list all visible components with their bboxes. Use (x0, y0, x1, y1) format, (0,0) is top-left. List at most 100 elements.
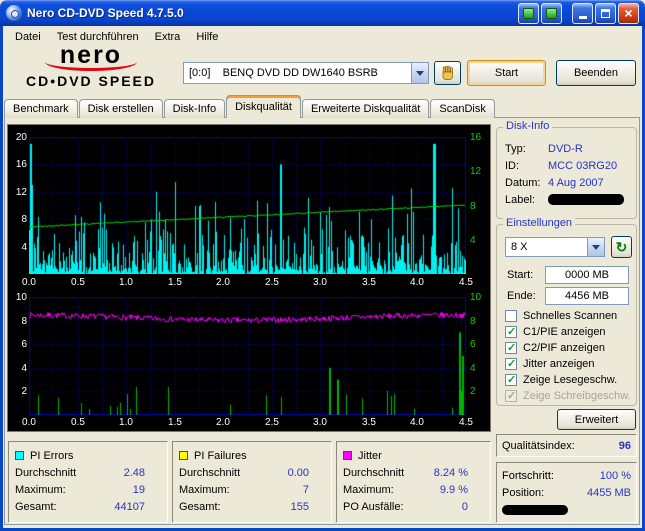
pi-errors-plot (29, 137, 466, 274)
stat-row: Gesamt: 44107 (15, 498, 161, 515)
stat-label: Maximum: (15, 483, 66, 496)
row-label: Typ: (505, 142, 526, 155)
speed-right-axis: 4 8 12 16 (468, 133, 491, 274)
disk-info-row-id: ID: MCC 03RG20 (505, 159, 631, 172)
settings-title: Einstellungen (503, 217, 576, 229)
checkbox-c1-pie[interactable]: C1/PIE anzeigen (505, 325, 606, 339)
app-disc-icon (6, 5, 22, 21)
minimize-button[interactable] (572, 2, 593, 24)
position-label: Position: (502, 486, 545, 499)
checkbox-label: Zeige Lesegeschw. (523, 374, 618, 386)
checkbox-label: Schnelles Scannen (523, 310, 618, 322)
exit-button[interactable]: Beenden (556, 60, 636, 86)
checkbox-label: C1/PIE anzeigen (523, 326, 606, 338)
drive-select[interactable]: [0:0] BENQ DVD DD DW1640 BSRB (183, 62, 429, 84)
stat-header: PI Errors (15, 447, 161, 464)
advanced-button-label: Erweitert (574, 413, 619, 426)
quality-index-label: Qualitätsindex: (502, 439, 575, 452)
menu-test-durchfuehren[interactable]: Test durchführen (49, 29, 147, 45)
checkbox-box[interactable] (505, 325, 517, 338)
tab-disk-erstellen[interactable]: Disk erstellen (78, 99, 163, 118)
checkbox-zeige-lesegeschw[interactable]: Zeige Lesegeschw. (505, 373, 617, 387)
refresh-button[interactable]: ↻ (611, 236, 632, 258)
stat-value: 9.9 % (439, 483, 468, 496)
advanced-button[interactable]: Erweitert (557, 409, 636, 430)
axis-tick-label: 0.5 (71, 277, 85, 288)
row-value: DVD-R (548, 142, 583, 155)
row-value: 4 Aug 2007 (548, 176, 604, 189)
close-button[interactable]: × (618, 2, 639, 24)
axis-tick-label: 12 (470, 166, 482, 177)
hand-icon (442, 65, 453, 80)
axis-tick-label: 4.0 (410, 417, 424, 428)
title-extra-button-1[interactable] (518, 2, 539, 24)
disk-info-title: Disk-Info (503, 120, 553, 132)
chevron-down-icon[interactable] (411, 63, 428, 83)
menu-hilfe[interactable]: Hilfe (188, 29, 226, 45)
checkbox-label: Jitter anzeigen (523, 358, 595, 370)
checkbox-label: C2/PIF anzeigen (523, 342, 605, 354)
end-field-label: Ende: (507, 290, 536, 302)
axis-tick-label: 3.0 (313, 417, 327, 428)
axis-tick-label: 12 (15, 187, 27, 198)
axis-tick-label: 16 (15, 159, 27, 170)
redacted-speed-value (502, 504, 568, 515)
stat-row: Maximum: 9.9 % (343, 481, 484, 498)
position-row: Position: 4455 MB (502, 484, 631, 501)
start-field[interactable]: 0000 MB (545, 266, 629, 284)
axis-tick-label: 8 (470, 316, 476, 327)
stat-value: 44107 (114, 500, 145, 513)
stat-row: PO Ausfälle: 0 (343, 498, 484, 515)
axis-tick-label: 3.0 (313, 277, 327, 288)
axis-tick-label: 6 (470, 339, 476, 350)
checkbox-c2-pif[interactable]: C2/PIF anzeigen (505, 341, 605, 355)
axis-tick-label: 2.5 (265, 417, 279, 428)
title-extra-button-2[interactable] (541, 2, 562, 24)
checkbox-box[interactable] (505, 341, 517, 354)
disk-info-row-label: Label: (505, 193, 631, 206)
pi-failures-legend-swatch (179, 451, 188, 460)
menu-extra[interactable]: Extra (147, 29, 189, 45)
axis-tick-label: 8 (21, 214, 27, 225)
stat-label: PO Ausfälle: (343, 500, 404, 513)
maximize-icon (601, 8, 610, 18)
checkbox-box[interactable] (505, 357, 517, 370)
chevron-down-icon[interactable] (587, 238, 604, 256)
tab-erweiterte-diskqualitaet[interactable]: Erweiterte Diskqualität (301, 99, 430, 118)
axis-tick-label: 2 (470, 386, 476, 397)
hand-tool-button[interactable] (434, 61, 461, 85)
checkbox-jitter[interactable]: Jitter anzeigen (505, 357, 595, 371)
axis-tick-label: 3.5 (362, 277, 376, 288)
speed-select[interactable]: 8 X (505, 237, 605, 257)
tab-label: Benchmark (13, 103, 69, 115)
disk-info-row-datum: Datum: 4 Aug 2007 (505, 176, 631, 189)
progress-panel: Fortschritt: 100 % Position: 4455 MB (496, 462, 637, 523)
tab-label: Erweiterte Diskqualität (310, 103, 421, 115)
tab-label: Disk-Info (172, 103, 217, 115)
axis-tick-label: 2 (21, 386, 27, 397)
maximize-button[interactable] (595, 2, 616, 24)
axis-tick-label: 4 (21, 242, 27, 253)
stat-value: 8.24 % (433, 466, 468, 479)
axis-tick-label: 10 (470, 292, 482, 303)
checkbox-schnelles-scannen[interactable]: Schnelles Scannen (505, 309, 617, 323)
progress-row: Fortschritt: 100 % (502, 467, 631, 484)
tab-benchmark[interactable]: Benchmark (4, 99, 78, 118)
checkbox-box[interactable] (505, 310, 517, 322)
menu-datei[interactable]: Datei (7, 29, 49, 45)
checkbox-box[interactable] (505, 373, 517, 386)
row-value: MCC 03RG20 (548, 159, 618, 172)
start-field-value: 0000 MB (564, 269, 610, 281)
start-button[interactable]: Start (467, 60, 546, 86)
axis-tick-label: 20 (15, 132, 27, 143)
end-field[interactable]: 4456 MB (545, 287, 629, 305)
tab-scandisk[interactable]: ScanDisk (430, 99, 495, 118)
jitter-right-axis: 2 4 6 8 10 (468, 293, 491, 415)
progress-label: Fortschritt: (502, 469, 554, 482)
stat-row: Durchschnitt 0.00 (179, 464, 325, 481)
stat-label: Durchschnitt (179, 466, 241, 479)
tab-disk-info[interactable]: Disk-Info (163, 99, 226, 118)
redacted-label-value (548, 194, 624, 205)
stat-title: Jitter (358, 449, 382, 462)
tab-diskqualitaet[interactable]: Diskqualität (226, 95, 301, 118)
